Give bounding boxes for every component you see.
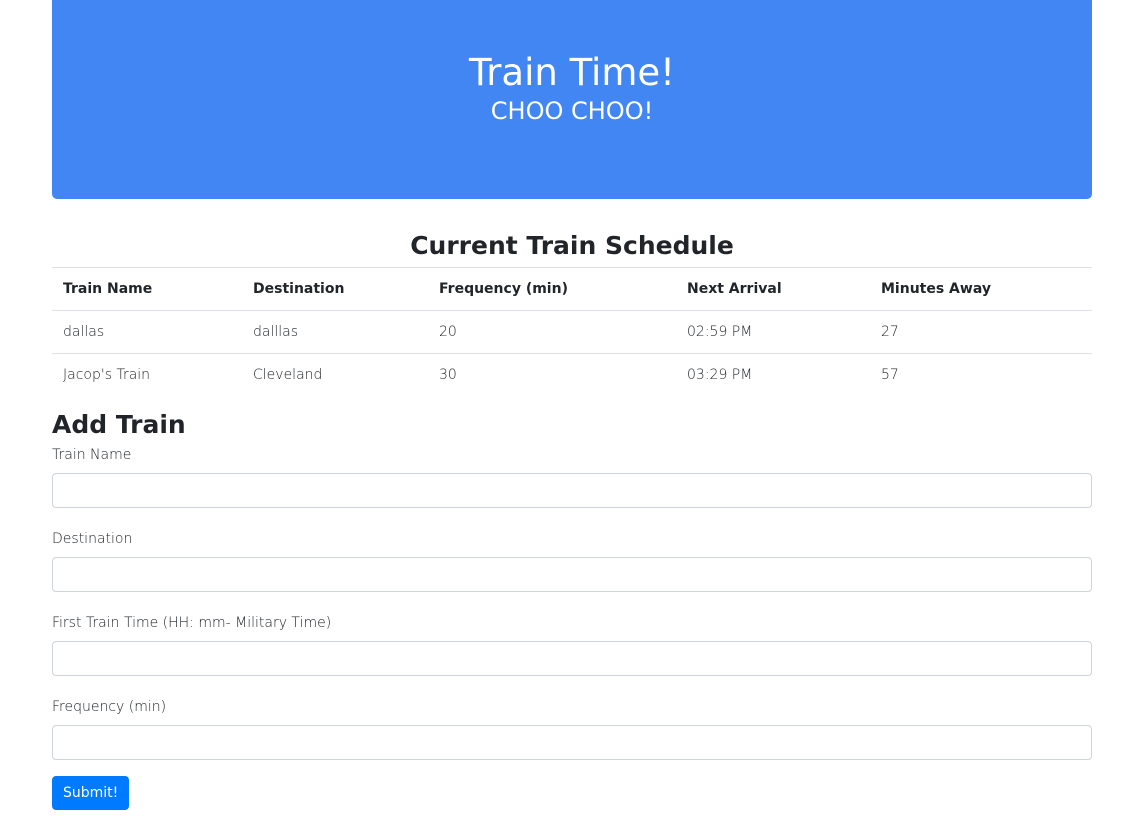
add-train-title: Add Train [52,410,186,439]
frequency-input[interactable] [52,725,1092,760]
form-group-frequency: Frequency (min) [52,698,1092,760]
schedule-table: Train Name Destination Frequency (min) N… [52,267,1092,396]
destination-label: Destination [52,531,133,547]
page-title: Train Time! [469,51,675,94]
page-subtitle: CHOO CHOO! [490,97,654,125]
cell-next-arrival: 03:29 PM [676,353,870,396]
cell-destination: Cleveland [242,353,428,396]
column-header-next-arrival: Next Arrival [676,267,870,311]
cell-frequency: 20 [428,310,676,354]
column-header-destination: Destination [242,267,428,311]
cell-minutes-away: 27 [870,310,1092,354]
frequency-label: Frequency (min) [52,699,167,715]
table-header-row: Train Name Destination Frequency (min) N… [52,267,1092,311]
destination-input[interactable] [52,557,1092,592]
cell-next-arrival: 02:59 PM [676,310,870,354]
submit-button[interactable]: Submit! [52,776,130,810]
first-train-time-label: First Train Time (HH: mm- Military Time) [52,615,332,631]
table-row: dallas dalllas 20 02:59 PM 27 [52,310,1092,354]
form-group-destination: Destination [52,530,1092,592]
cell-destination: dalllas [242,310,428,354]
table-row: Jacop's Train Cleveland 30 03:29 PM 57 [52,353,1092,396]
form-group-train-name: Train Name [52,446,1092,508]
train-name-input[interactable] [52,473,1092,508]
column-header-train-name: Train Name [52,267,242,311]
train-name-label: Train Name [52,447,132,463]
form-group-first-train-time: First Train Time (HH: mm- Military Time) [52,614,1092,676]
column-header-minutes-away: Minutes Away [870,267,1092,311]
cell-train-name: Jacop's Train [52,353,242,396]
schedule-title: Current Train Schedule [410,231,734,260]
column-header-frequency: Frequency (min) [428,267,676,311]
header-banner: Train Time! CHOO CHOO! [52,0,1092,199]
cell-frequency: 30 [428,353,676,396]
page-container: Train Time! CHOO CHOO! Current Train Sch… [52,0,1092,810]
cell-train-name: dallas [52,310,242,354]
cell-minutes-away: 57 [870,353,1092,396]
first-train-time-input[interactable] [52,641,1092,676]
add-train-form: Train Name Destination First Train Time … [52,446,1092,810]
